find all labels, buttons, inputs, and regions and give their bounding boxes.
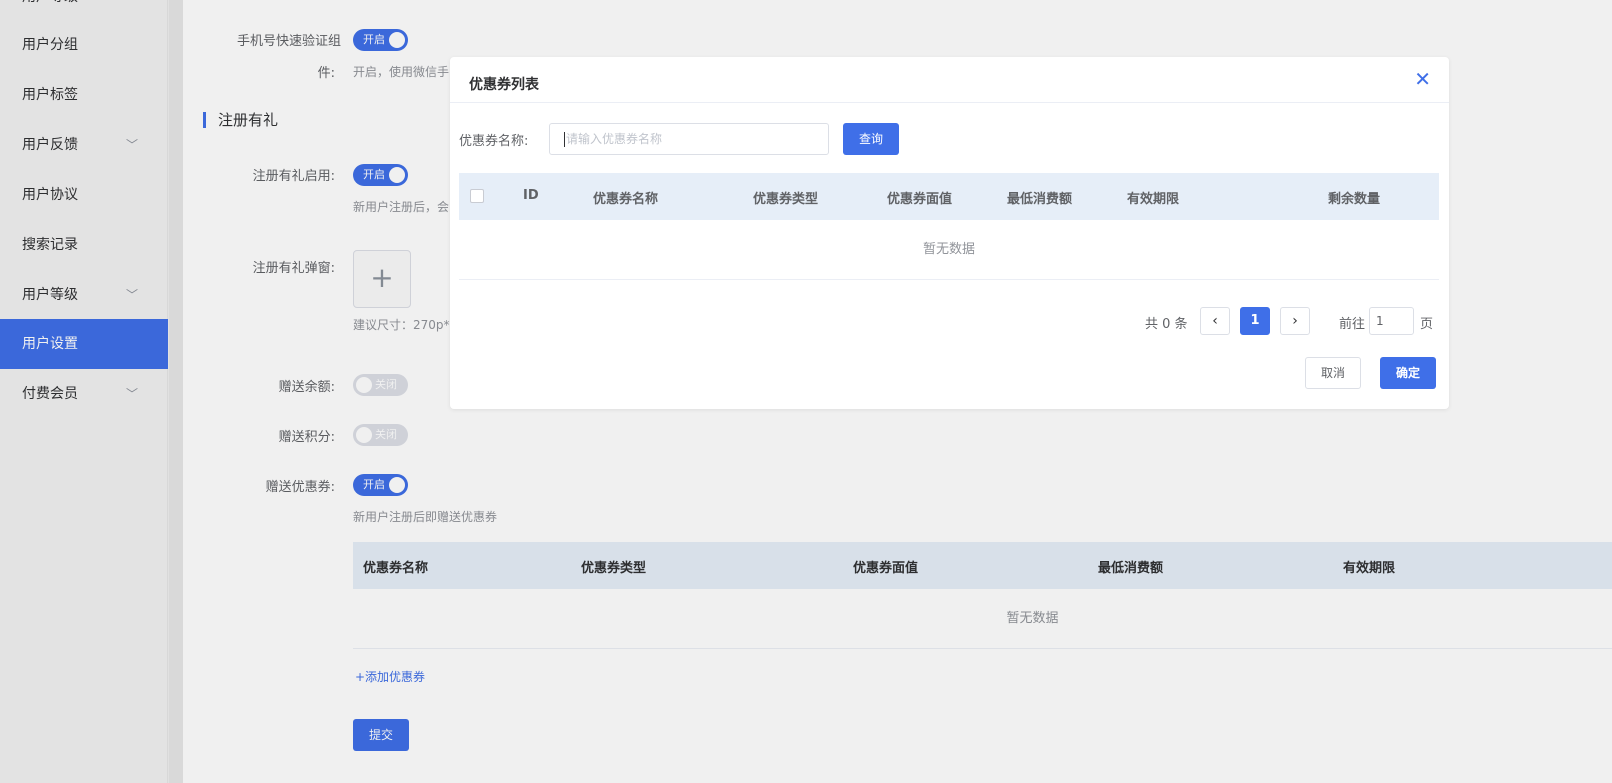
- page-suffix: 页: [1420, 317, 1434, 332]
- goto-page-input[interactable]: 1: [1369, 307, 1414, 335]
- chevron-left-icon: ‹: [1212, 313, 1218, 329]
- table-header: ID 优惠券名称 优惠券类型 优惠券面值 最低消费额 有效期限 剩余数量: [459, 173, 1439, 220]
- chevron-right-icon: ›: [1292, 313, 1298, 329]
- prev-page-button[interactable]: ‹: [1200, 307, 1230, 335]
- coupon-list-dialog: 优惠券列表 ✕ 优惠券名称: 请输入优惠券名称 查询 ID 优惠券名称 优惠券类…: [450, 57, 1449, 409]
- column-header: 优惠券名称: [593, 192, 659, 207]
- close-icon[interactable]: ✕: [1414, 69, 1431, 89]
- column-header: 有效期限: [1127, 192, 1180, 207]
- column-header: 剩余数量: [1328, 192, 1381, 207]
- next-page-button[interactable]: ›: [1280, 307, 1310, 335]
- coupon-name-search-input[interactable]: 请输入优惠券名称: [549, 123, 829, 155]
- pagination-total: 共 0 条: [1145, 317, 1188, 332]
- confirm-button[interactable]: 确定: [1380, 357, 1436, 389]
- cancel-button[interactable]: 取消: [1305, 357, 1361, 389]
- query-button[interactable]: 查询: [843, 123, 899, 155]
- search-placeholder: 请输入优惠券名称: [566, 132, 663, 146]
- select-all-checkbox[interactable]: [470, 189, 484, 203]
- column-header: 优惠券类型: [753, 192, 819, 207]
- column-header: 优惠券面值: [887, 192, 953, 207]
- search-label: 优惠券名称:: [459, 134, 529, 149]
- empty-state: 暂无数据: [459, 220, 1439, 280]
- dialog-title: 优惠券列表: [469, 77, 539, 93]
- goto-label: 前往: [1339, 317, 1366, 332]
- page-number-button[interactable]: 1: [1240, 307, 1270, 335]
- dialog-header: 优惠券列表 ✕: [450, 57, 1449, 103]
- column-header: 最低消费额: [1007, 192, 1073, 207]
- column-header: ID: [523, 188, 539, 203]
